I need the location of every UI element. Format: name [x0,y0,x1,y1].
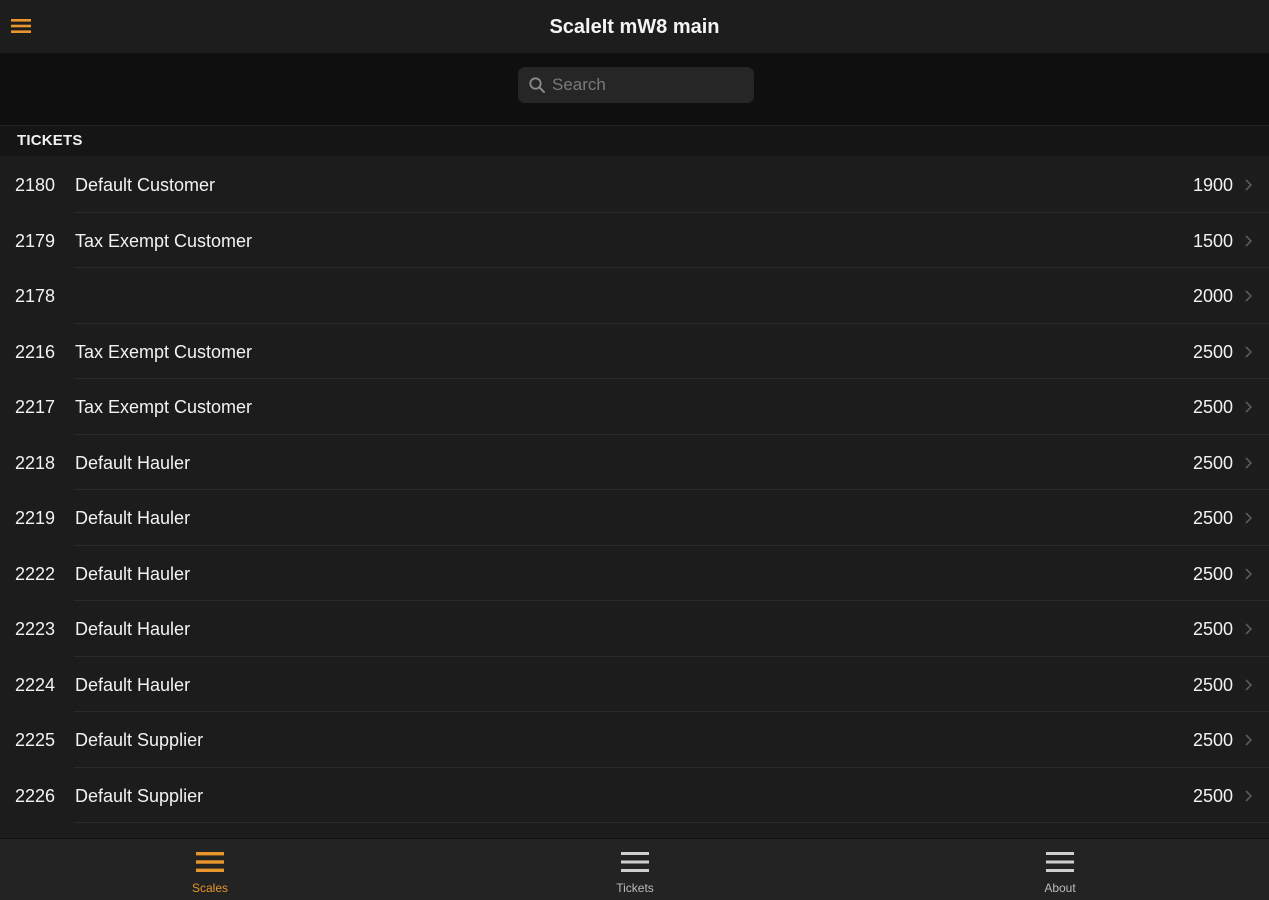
ticket-id: 2223 [15,619,56,639]
ticket-row[interactable]: 2225 Default Supplier 2500 [0,712,1269,768]
ticket-weight: 2500 [1192,452,1233,473]
ticket-weight: 2500 [1192,341,1233,362]
ticket-weight: 1900 [1192,175,1233,195]
ticket-row[interactable]: 2217 Tax Exempt Customer 2500 [0,379,1269,435]
ticket-row[interactable]: 2222 Default Hauler 2500 [0,546,1269,602]
chevron-right-icon [1244,233,1253,249]
ticket-id: 2217 [15,397,56,417]
tab-label: Scales [191,881,229,895]
ticket-weight: 2500 [1192,563,1233,584]
tab-about[interactable]: About [990,839,1130,900]
tab-scales[interactable]: Scales [140,839,280,900]
ticket-customer: Default Supplier [75,730,204,750]
ticket-weight: 2500 [1192,619,1233,639]
ticket-row[interactable]: 2223 Default Hauler 2500 [0,601,1269,657]
hamburger-menu-icon[interactable] [10,16,32,36]
ticket-id: 2218 [15,452,56,473]
search-box[interactable] [518,67,754,103]
chevron-right-icon [1244,510,1253,526]
ticket-customer: Default Hauler [75,563,191,584]
chevron-right-icon [1244,566,1253,582]
ticket-customer: Tax Exempt Customer [75,230,253,251]
ticket-customer: Default Hauler [75,674,191,695]
ticket-row[interactable]: 2226 Default Supplier 2500 [0,768,1269,824]
search-icon [528,76,546,94]
list-icon [621,851,649,873]
ticket-row[interactable]: 2224 Default Hauler 2500 [0,657,1269,713]
ticket-id: 2216 [15,341,56,362]
chevron-right-icon [1244,788,1253,804]
search-bar [0,54,1269,126]
ticket-id: 2219 [15,508,56,528]
ticket-weight: 2500 [1192,730,1233,750]
list-icon [196,851,224,873]
ticket-weight: 2000 [1192,286,1233,306]
ticket-id: 2225 [15,730,56,750]
section-title: TICKETS [17,132,83,149]
ticket-row[interactable]: 2218 Default Hauler 2500 [0,435,1269,491]
tab-tickets[interactable]: Tickets [565,839,705,900]
chevron-right-icon [1244,344,1253,360]
ticket-id: 2222 [15,563,56,584]
ticket-weight: 2500 [1192,674,1233,695]
ticket-weight: 2500 [1192,508,1233,528]
ticket-id: 2178 [15,286,56,306]
search-input[interactable] [552,67,748,103]
chevron-right-icon [1244,621,1253,637]
ticket-weight: 2500 [1192,397,1233,417]
navigation-bar: ScaleIt mW8 main [0,0,1269,54]
ticket-list[interactable]: 2180 Default Customer 1900 2179 Tax Exem… [0,157,1269,837]
tab-label: About [1044,881,1076,895]
ticket-weight: 1500 [1192,230,1233,251]
ticket-row[interactable]: 2216 Tax Exempt Customer 2500 [0,324,1269,380]
tab-label: Tickets [616,881,654,895]
ticket-customer: Default Hauler [75,508,191,528]
ticket-customer: Tax Exempt Customer [75,397,253,417]
chevron-right-icon [1244,732,1253,748]
app-window: ScaleIt mW8 main TICKETS 2180 Default Cu… [0,0,1269,900]
ticket-customer: Tax Exempt Customer [75,341,253,362]
ticket-customer: Default Customer [75,175,216,195]
ticket-row[interactable]: 2180 Default Customer 1900 [0,157,1269,213]
ticket-id: 2180 [15,175,56,195]
ticket-weight: 2500 [1192,785,1233,806]
section-header: TICKETS [0,126,1269,156]
tab-bar: Scales Tickets About [0,838,1269,900]
ticket-customer: Default Hauler [75,452,191,473]
ticket-id: 2179 [15,230,56,251]
chevron-right-icon [1244,288,1253,304]
page-title: ScaleIt mW8 main [549,16,720,38]
ticket-id: 2224 [15,674,56,695]
chevron-right-icon [1244,399,1253,415]
chevron-right-icon [1244,455,1253,471]
ticket-row[interactable]: 2219 Default Hauler 2500 [0,490,1269,546]
ticket-customer: Default Supplier [75,785,204,806]
list-icon [1046,851,1074,873]
ticket-row[interactable]: 2179 Tax Exempt Customer 1500 [0,213,1269,269]
chevron-right-icon [1244,677,1253,693]
ticket-id: 2226 [15,785,56,806]
ticket-customer: Default Hauler [75,619,191,639]
chevron-right-icon [1244,177,1253,193]
ticket-row[interactable]: 2178 2000 [0,268,1269,324]
